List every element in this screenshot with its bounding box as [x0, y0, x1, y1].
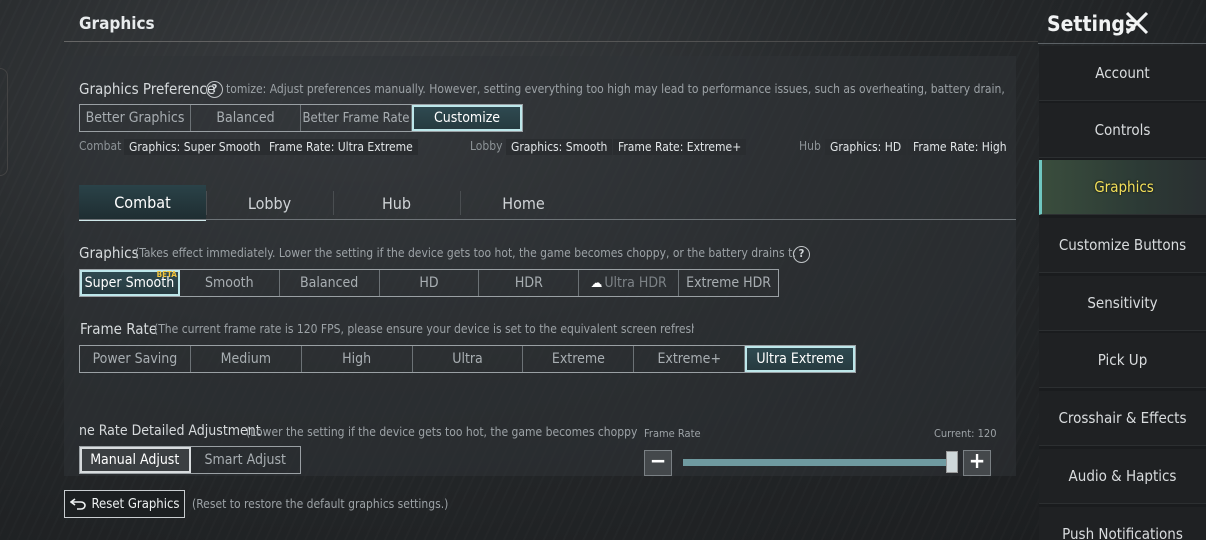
graphics-quality-hint: (Takes effect immediately. Lower the set…: [135, 246, 795, 260]
sidebar-item-label: Audio & Haptics: [1068, 467, 1177, 485]
summary-lobby-frame: Frame Rate: Extreme+: [613, 139, 747, 155]
sidebar-item-pick-up[interactable]: Pick Up: [1039, 333, 1206, 388]
summary-hub-graphics: Graphics: HD: [825, 139, 907, 155]
smart-adjust-button[interactable]: Smart Adjust: [191, 447, 301, 473]
summary-combat-frame: Frame Rate: Ultra Extreme: [264, 139, 418, 155]
page-title: Graphics: [79, 14, 155, 34]
graphics-balanced[interactable]: Balanced: [280, 270, 380, 296]
sidebar-item-label: Customize Buttons: [1058, 236, 1187, 254]
summary-lobby-graphics: Graphics: Smooth: [506, 139, 613, 155]
sidebar-item-label: Sensitivity: [1087, 294, 1158, 312]
graphics-hdr[interactable]: HDR: [479, 270, 580, 296]
mode-tabs: Combat Lobby Hub Home: [79, 185, 1016, 221]
sidebar-item-label: Controls: [1094, 121, 1151, 139]
frame-rate-selector: Power Saving Medium High Ultra Extreme E…: [79, 345, 856, 373]
beta-badge: BETA: [156, 270, 177, 279]
summary-combat-graphics: Graphics: Super Smooth: [124, 139, 266, 155]
summary-hub-frame: Frame Rate: High: [908, 139, 1012, 155]
sidebar-item-sensitivity[interactable]: Sensitivity: [1039, 276, 1206, 331]
minus-button[interactable]: −: [644, 450, 672, 476]
summary-combat-key: Combat: [79, 139, 122, 153]
frame-ultra-extreme[interactable]: Ultra Extreme: [745, 346, 856, 372]
frame-power-saving[interactable]: Power Saving: [80, 346, 191, 372]
graphics-super-smooth[interactable]: Super Smooth BETA: [80, 270, 180, 296]
preference-better-frame-rate[interactable]: Better Frame Rate: [301, 105, 412, 131]
sidebar-divider: [1038, 43, 1206, 44]
header-divider: [64, 41, 1038, 42]
slider-track[interactable]: [683, 459, 953, 466]
frame-high[interactable]: High: [302, 346, 413, 372]
sidebar-item-customize-buttons[interactable]: Customize Buttons: [1039, 218, 1206, 273]
cloud-download-icon: ☁: [590, 275, 603, 291]
frame-rate-detailed-hint: (Lower the setting if the device gets to…: [246, 425, 638, 439]
sidebar-item-label: Pick Up: [1097, 351, 1148, 369]
slider-current-value: Current: 120: [934, 427, 997, 440]
option-label: Ultra HDR: [604, 275, 667, 291]
sidebar-item-push-notifications[interactable]: Push Notifications: [1039, 507, 1206, 540]
reset-hint: (Reset to restore the default graphics s…: [192, 497, 449, 511]
frame-rate-hint: (The current frame rate is 120 FPS, plea…: [154, 322, 694, 336]
plus-button[interactable]: +: [963, 450, 991, 476]
preference-better-graphics[interactable]: Better Graphics: [80, 105, 191, 131]
undo-icon: [69, 498, 86, 510]
frame-rate-detailed-label: ne Rate Detailed Adjustment: [79, 423, 261, 439]
settings-sidebar: Account Controls Graphics Customize Butt…: [1039, 46, 1206, 540]
preference-balanced[interactable]: Balanced: [191, 105, 301, 131]
summary-hub-key: Hub: [799, 139, 821, 153]
sidebar-item-graphics[interactable]: Graphics: [1039, 160, 1206, 215]
settings-title: Settings: [1047, 12, 1137, 36]
sidebar-item-audio-haptics[interactable]: Audio & Haptics: [1039, 449, 1206, 504]
slider-label: Frame Rate: [644, 427, 701, 440]
graphics-ultra-hdr[interactable]: ☁ Ultra HDR: [579, 270, 680, 296]
tab-hub[interactable]: Hub: [333, 185, 460, 221]
frame-rate-slider: − +: [644, 448, 992, 476]
sidebar-item-crosshair-effects[interactable]: Crosshair & Effects: [1039, 391, 1206, 446]
graphics-preference-selector: Better Graphics Balanced Better Frame Ra…: [79, 104, 523, 132]
tab-lobby[interactable]: Lobby: [206, 185, 333, 221]
summary-lobby-key: Lobby: [470, 139, 503, 153]
manual-adjust-button[interactable]: Manual Adjust: [80, 447, 191, 473]
frame-extreme[interactable]: Extreme: [523, 346, 635, 372]
graphics-preference-hint: tomize: Adjust preferences manually. How…: [226, 82, 1008, 96]
help-icon[interactable]: ?: [793, 246, 810, 263]
graphics-extreme-hdr[interactable]: Extreme HDR: [679, 270, 778, 296]
sidebar-item-label: Graphics: [1094, 178, 1154, 196]
reset-label: Reset Graphics: [91, 496, 180, 512]
slider-thumb[interactable]: [946, 451, 958, 473]
sidebar-item-label: Crosshair & Effects: [1058, 409, 1187, 427]
sidebar-item-controls[interactable]: Controls: [1039, 103, 1206, 158]
reset-graphics-button[interactable]: Reset Graphics: [64, 490, 185, 518]
frame-extreme-plus[interactable]: Extreme+: [634, 346, 746, 372]
graphics-quality-selector: Super Smooth BETA Smooth Balanced HD HDR…: [79, 269, 779, 297]
frame-medium[interactable]: Medium: [191, 346, 302, 372]
preference-customize[interactable]: Customize: [412, 105, 522, 131]
help-icon[interactable]: ?: [206, 81, 223, 98]
tab-combat[interactable]: Combat: [79, 185, 206, 221]
tab-home[interactable]: Home: [460, 185, 587, 221]
graphics-smooth[interactable]: Smooth: [180, 270, 280, 296]
close-icon[interactable]: [1124, 10, 1150, 36]
frame-rate-label: Frame Rate: [80, 320, 158, 338]
sidebar-item-label: Push Notifications: [1062, 525, 1183, 540]
side-notch: [0, 68, 8, 176]
adjust-mode-selector: Manual Adjust Smart Adjust: [79, 446, 301, 474]
graphics-preference-label: Graphics Preference: [79, 80, 216, 98]
graphics-quality-label: Graphics: [79, 244, 139, 262]
sidebar-item-account[interactable]: Account: [1039, 46, 1206, 101]
frame-ultra[interactable]: Ultra: [413, 346, 524, 372]
tabs-underline: [79, 219, 1016, 220]
sidebar-item-label: Account: [1095, 64, 1150, 82]
graphics-hd[interactable]: HD: [380, 270, 480, 296]
